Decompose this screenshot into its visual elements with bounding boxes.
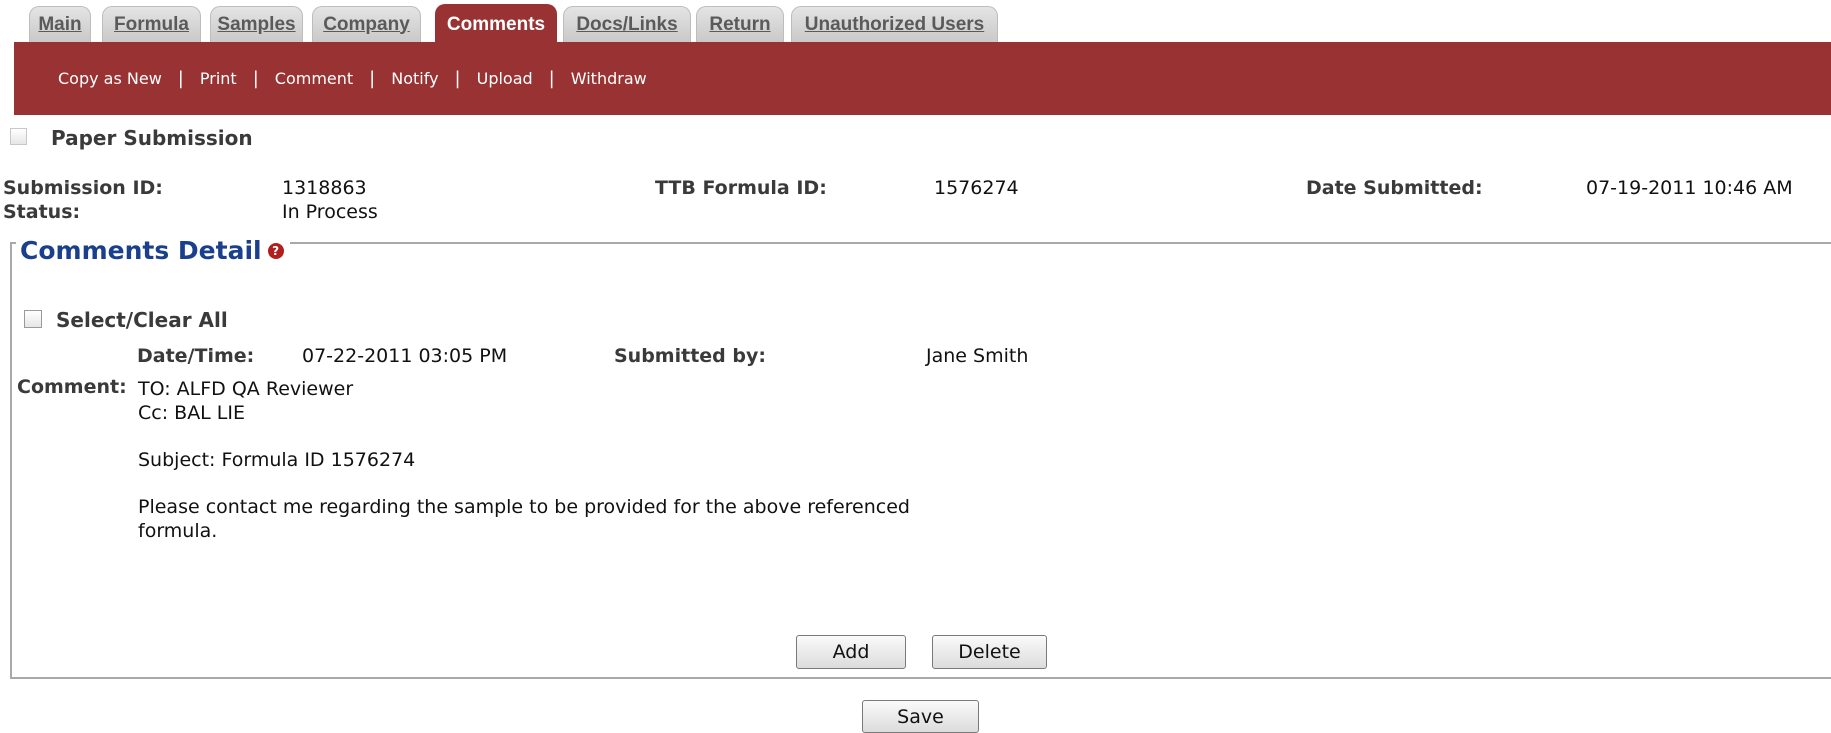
action-bar: Copy as New | Print | Comment | Notify |… — [14, 42, 1831, 115]
select-clear-all-checkbox[interactable] — [24, 310, 42, 328]
submitted-by-label: Submitted by: — [614, 345, 766, 367]
question-circle-icon[interactable]: ? — [267, 242, 284, 259]
save-button[interactable]: Save — [862, 700, 979, 733]
comment-text-line: Subject: Formula ID 1576274 — [138, 449, 416, 471]
tab-formula[interactable]: Formula — [102, 6, 201, 42]
add-button[interactable]: Add — [796, 635, 906, 669]
date-time-value: 07-22-2011 03:05 PM — [302, 345, 508, 367]
upload-link[interactable]: Upload — [461, 69, 549, 88]
notify-link[interactable]: Notify — [375, 69, 454, 88]
submission-id-value: 1318863 — [282, 177, 367, 199]
tab-company[interactable]: Company — [312, 6, 421, 42]
tab-return[interactable]: Return — [696, 6, 784, 42]
comment-text-line: formula. — [138, 520, 218, 542]
comment-text-line: TO: ALFD QA Reviewer — [138, 378, 354, 400]
select-clear-all-label: Select/Clear All — [56, 308, 228, 332]
status-label: Status: — [3, 201, 81, 223]
tab-main[interactable]: Main — [29, 6, 91, 42]
submitted-by-value: Jane Smith — [926, 345, 1029, 367]
delete-button[interactable]: Delete — [932, 635, 1047, 669]
ttb-formula-id-label: TTB Formula ID: — [655, 177, 827, 199]
comment-label: Comment: — [17, 376, 127, 398]
ttb-formula-id-value: 1576274 — [934, 177, 1019, 199]
withdraw-link[interactable]: Withdraw — [555, 69, 663, 88]
print-link[interactable]: Print — [184, 69, 253, 88]
comment-text-line: Cc: BAL LIE — [138, 402, 246, 424]
copy-as-new-link[interactable]: Copy as New — [44, 69, 178, 88]
submission-id-label: Submission ID: — [3, 177, 163, 199]
tab-unauthorized-users[interactable]: Unauthorized Users — [791, 6, 998, 42]
paper-submission-label: Paper Submission — [51, 126, 253, 150]
comment-text-line: Please contact me regarding the sample t… — [138, 496, 910, 518]
date-time-label: Date/Time: — [137, 345, 255, 367]
tab-comments[interactable]: Comments — [435, 4, 557, 44]
comment-link[interactable]: Comment — [259, 69, 369, 88]
date-submitted-label: Date Submitted: — [1306, 177, 1483, 199]
comments-detail-title: Comments Detail — [20, 236, 262, 265]
tab-docs-links[interactable]: Docs/Links — [563, 6, 691, 42]
tab-bar: Main Formula Samples Company Comments Do… — [0, 0, 1831, 44]
date-submitted-value: 07-19-2011 10:46 AM — [1586, 177, 1793, 199]
paper-submission-checkbox[interactable] — [10, 128, 27, 145]
tab-samples[interactable]: Samples — [210, 6, 303, 42]
comments-detail-legend: Comments Detail ? — [16, 236, 290, 265]
status-value: In Process — [282, 201, 378, 223]
